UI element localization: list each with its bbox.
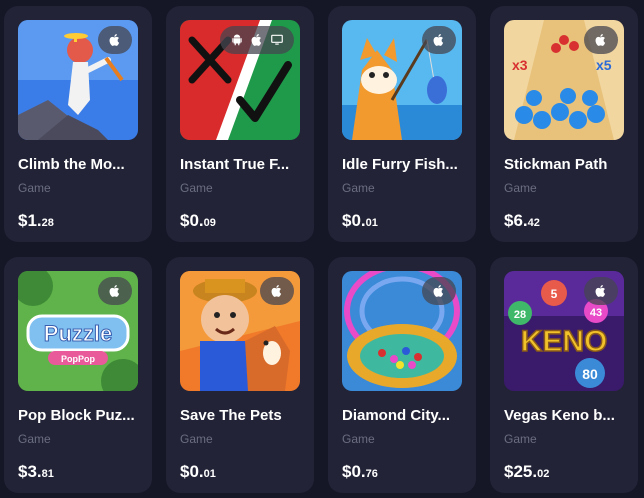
game-thumbnail[interactable]: x3 x5 [504,20,624,140]
desktop-icon [270,33,284,47]
game-price: $3.81 [18,462,54,482]
platform-badge [422,26,456,54]
multiplier-x5: x5 [596,57,612,73]
game-price: $0.76 [342,462,378,482]
game-card-idle-furry-fish[interactable]: Idle Furry Fish... Game $0.01 [328,6,476,242]
platform-badge [98,277,132,305]
keno-ball-80: 80 [582,366,598,382]
price-cents: 76 [365,468,378,480]
game-price: $6.42 [504,211,540,231]
game-thumbnail[interactable] [18,20,138,140]
platform-badge [98,26,132,54]
multiplier-x3: x3 [512,57,528,73]
price-cents: 42 [527,217,540,229]
price-main: $1. [18,211,42,230]
platform-badge [422,277,456,305]
game-card-pop-block-puzzle[interactable]: Puzzle PopPop Pop Block Puz... Game $3.8… [4,257,152,493]
game-price: $0.09 [180,211,216,231]
keno-word: KENO [521,325,608,358]
game-title[interactable]: Idle Furry Fish... [342,156,464,173]
game-title[interactable]: Save The Pets [180,407,302,424]
price-cents: 28 [41,217,54,229]
game-category: Game [18,181,51,195]
game-thumbnail[interactable] [342,271,462,391]
game-title[interactable]: Stickman Path [504,156,626,173]
game-title[interactable]: Climb the Mo... [18,156,140,173]
price-main: $0. [342,211,366,230]
price-main: $0. [342,462,366,481]
apple-icon [270,284,284,298]
price-cents: 01 [203,468,216,480]
game-category: Game [18,432,51,446]
game-card-stickman-path[interactable]: x3 x5 Stickman Path Game $6.42 [490,6,638,242]
game-thumbnail[interactable] [180,20,300,140]
keno-ball-5: 5 [551,287,558,301]
apple-icon [432,284,446,298]
game-price: $1.28 [18,211,54,231]
game-title[interactable]: Vegas Keno b... [504,407,626,424]
price-main: $6. [504,211,528,230]
game-category: Game [180,181,213,195]
game-card-vegas-keno[interactable]: 5 28 43 KENO 80 Vegas Keno b... Game $25… [490,257,638,493]
game-category: Game [504,181,537,195]
game-title[interactable]: Diamond City... [342,407,464,424]
game-category: Game [504,432,537,446]
game-card-save-the-pets[interactable]: Save The Pets Game $0.01 [166,257,314,493]
platform-badge [584,26,618,54]
puzzle-sub: PopPop [61,354,95,364]
apple-icon [250,33,264,47]
apple-icon [432,33,446,47]
apple-icon [108,33,122,47]
keno-ball-43: 43 [590,307,602,319]
price-main: $3. [18,462,42,481]
platform-badge [260,277,294,305]
game-category: Game [180,432,213,446]
price-cents: 81 [41,468,54,480]
game-title[interactable]: Instant True F... [180,156,302,173]
game-thumbnail[interactable] [342,20,462,140]
game-grid: Climb the Mo... Game $1.28 Instant True … [0,0,644,498]
price-cents: 02 [537,468,550,480]
keno-ball-28: 28 [514,309,526,321]
apple-icon [594,284,608,298]
platform-badge [584,277,618,305]
platform-badge [220,26,294,54]
price-main: $0. [180,462,204,481]
price-main: $0. [180,211,204,230]
game-title[interactable]: Pop Block Puz... [18,407,140,424]
game-thumbnail[interactable]: 5 28 43 KENO 80 [504,271,624,391]
game-thumbnail[interactable]: Puzzle PopPop [18,271,138,391]
game-price: $25.02 [504,462,549,482]
game-category: Game [342,181,375,195]
price-main: $25. [504,462,538,481]
game-card-diamond-city[interactable]: Diamond City... Game $0.76 [328,257,476,493]
game-card-instant-true-false[interactable]: Instant True F... Game $0.09 [166,6,314,242]
game-thumbnail[interactable] [180,271,300,391]
price-cents: 09 [203,217,216,229]
game-price: $0.01 [342,211,378,231]
game-category: Game [342,432,375,446]
puzzle-word: Puzzle [44,321,112,346]
android-icon [230,33,244,47]
game-price: $0.01 [180,462,216,482]
price-cents: 01 [365,217,378,229]
apple-icon [594,33,608,47]
apple-icon [108,284,122,298]
game-card-climb[interactable]: Climb the Mo... Game $1.28 [4,6,152,242]
